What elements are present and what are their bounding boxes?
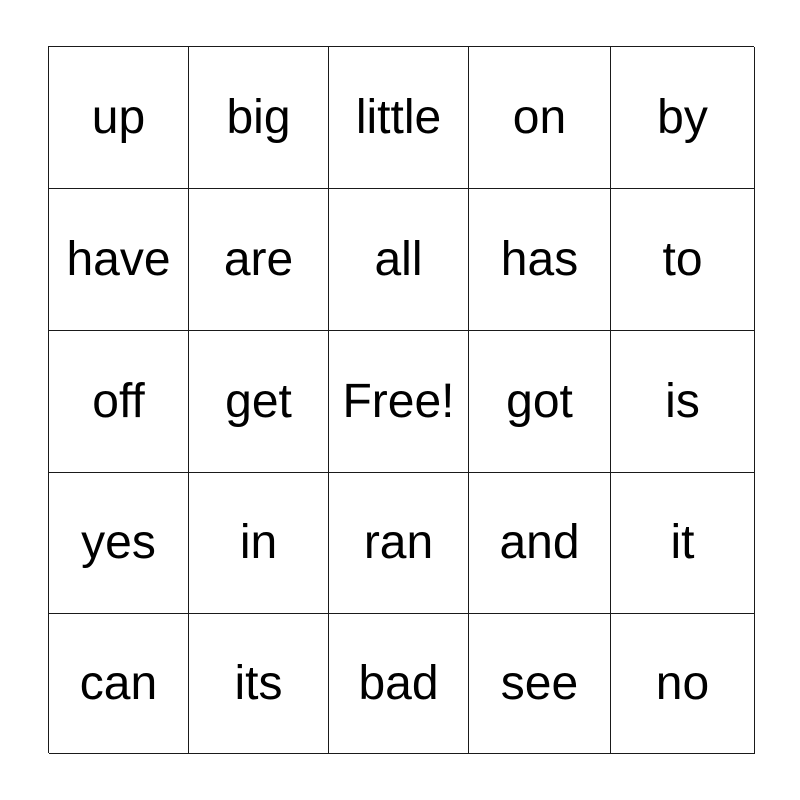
bingo-cell-label: to	[662, 232, 703, 286]
bingo-card-grid: up big little on by have are all has to …	[48, 46, 755, 754]
bingo-cell-r5c1[interactable]: can	[49, 614, 189, 754]
bingo-cell-label: its	[234, 656, 283, 710]
bingo-cell-r3c2[interactable]: get	[189, 331, 329, 473]
bingo-cell-r3c4[interactable]: got	[469, 331, 611, 473]
bingo-cell-label: by	[657, 90, 708, 144]
bingo-cell-label: big	[226, 90, 291, 144]
bingo-cell-r4c2[interactable]: in	[189, 473, 329, 614]
bingo-cell-r5c4[interactable]: see	[469, 614, 611, 754]
bingo-cell-label: yes	[81, 516, 156, 569]
bingo-cell-r5c5[interactable]: no	[611, 614, 755, 754]
bingo-cell-label: no	[655, 656, 710, 710]
bingo-cell-label: have	[66, 232, 171, 286]
bingo-cell-label: got	[506, 374, 573, 428]
bingo-cell-label: it	[670, 516, 695, 569]
bingo-cell-label: ran	[363, 516, 434, 569]
bingo-cell-r5c2[interactable]: its	[189, 614, 329, 754]
bingo-cell-label: see	[500, 656, 579, 710]
bingo-cell-label: has	[500, 232, 579, 286]
bingo-cell-label: little	[355, 90, 442, 144]
bingo-cell-label: bad	[358, 656, 439, 710]
bingo-cell-r2c2[interactable]: are	[189, 189, 329, 331]
bingo-cell-label: get	[225, 374, 292, 428]
bingo-cell-label: up	[91, 90, 146, 144]
bingo-free-space-label: Free!	[342, 374, 455, 428]
bingo-cell-label: can	[79, 656, 158, 710]
bingo-cell-r5c3[interactable]: bad	[329, 614, 469, 754]
bingo-cell-r4c3[interactable]: ran	[329, 473, 469, 614]
bingo-cell-r2c5[interactable]: to	[611, 189, 755, 331]
bingo-cell-r2c4[interactable]: has	[469, 189, 611, 331]
bingo-cell-r4c5[interactable]: it	[611, 473, 755, 614]
bingo-cell-label: on	[512, 90, 567, 144]
bingo-cell-r1c4[interactable]: on	[469, 47, 611, 189]
bingo-cell-label: off	[92, 374, 145, 428]
bingo-cell-r1c1[interactable]: up	[49, 47, 189, 189]
bingo-cell-label: are	[223, 232, 294, 286]
bingo-cell-label: in	[239, 516, 278, 569]
bingo-cell-label: all	[374, 232, 423, 286]
bingo-cell-r4c4[interactable]: and	[469, 473, 611, 614]
bingo-cell-label: and	[499, 516, 580, 569]
bingo-cell-free-space[interactable]: Free!	[329, 331, 469, 473]
bingo-cell-r1c3[interactable]: little	[329, 47, 469, 189]
bingo-cell-r2c1[interactable]: have	[49, 189, 189, 331]
bingo-cell-r1c5[interactable]: by	[611, 47, 755, 189]
bingo-cell-r3c5[interactable]: is	[611, 331, 755, 473]
bingo-cell-r2c3[interactable]: all	[329, 189, 469, 331]
bingo-cell-r3c1[interactable]: off	[49, 331, 189, 473]
bingo-cell-label: is	[665, 374, 700, 428]
bingo-cell-r4c1[interactable]: yes	[49, 473, 189, 614]
bingo-cell-r1c2[interactable]: big	[189, 47, 329, 189]
